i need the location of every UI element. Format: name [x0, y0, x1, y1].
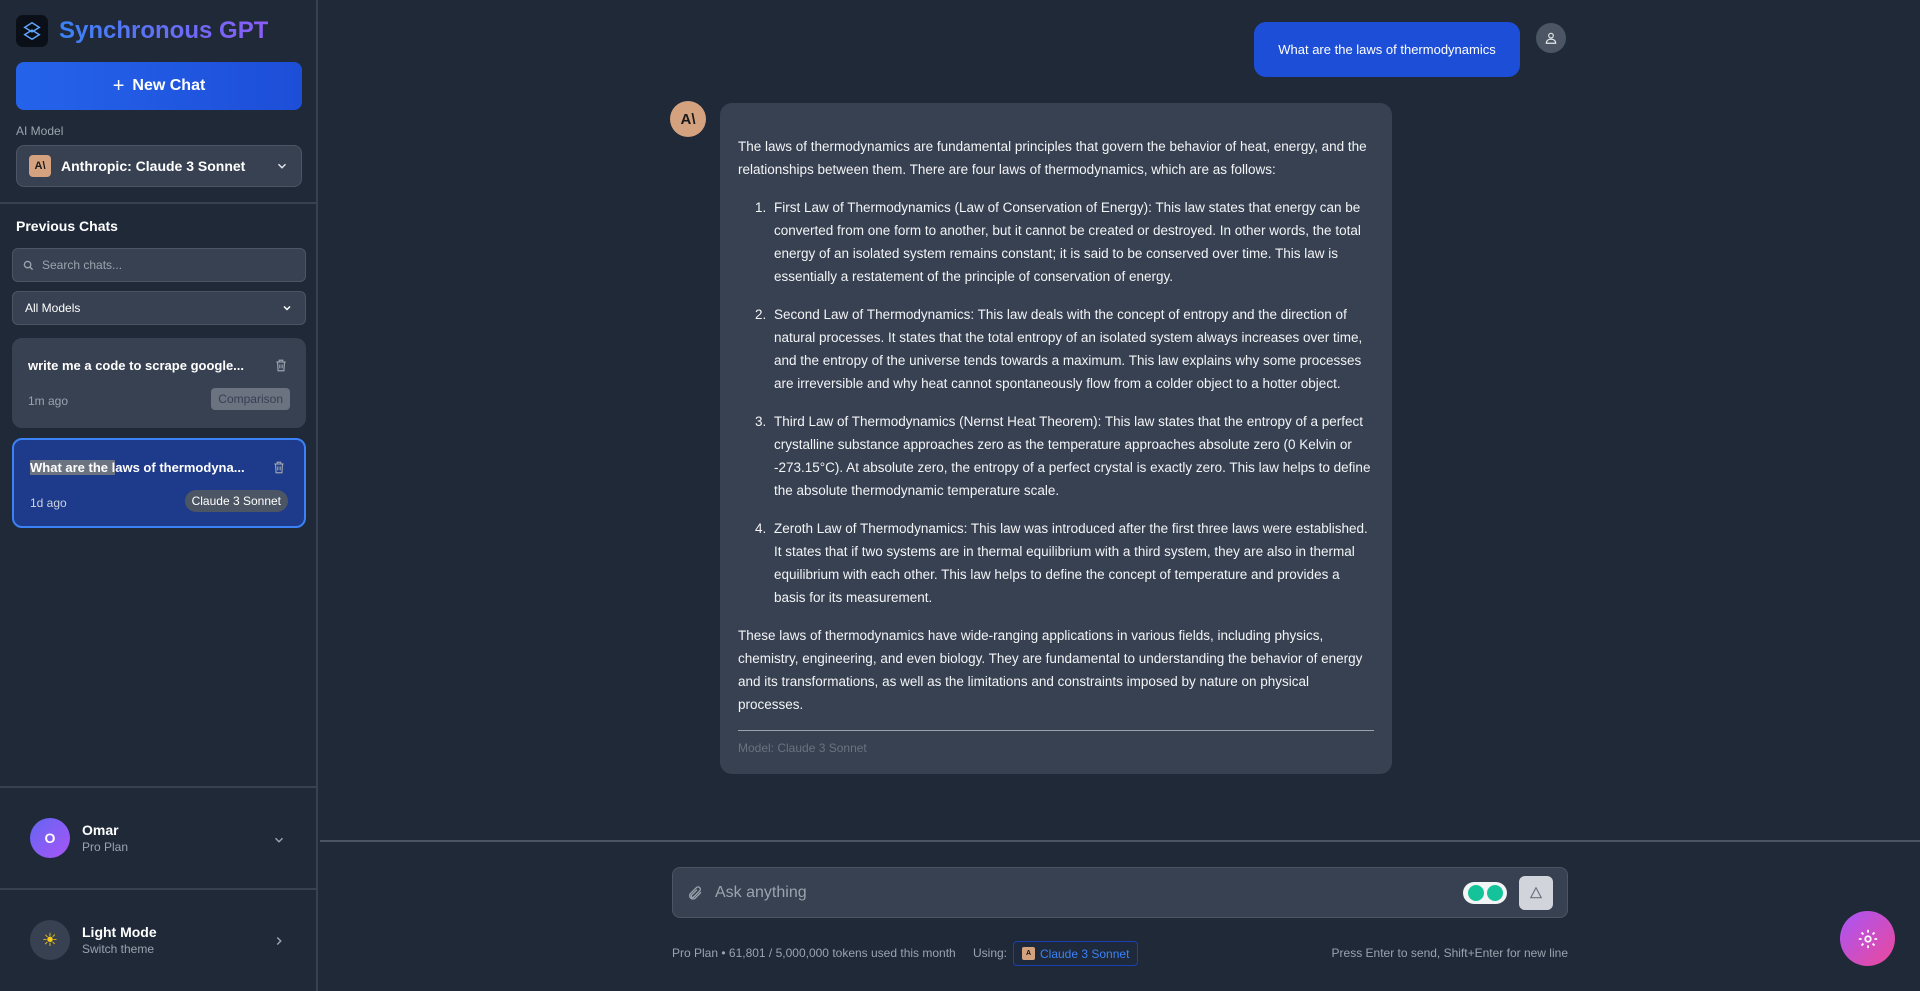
new-chat-label: New Chat [132, 77, 206, 94]
chat-item-title: What are the laws of thermodyna... [30, 460, 254, 475]
token-usage: Pro Plan • 61,801 / 5,000,000 tokens use… [672, 946, 956, 960]
theme-subtitle: Switch theme [82, 942, 155, 956]
sidebar: Synchronous GPT + New Chat AI Model A\ A… [0, 0, 318, 991]
laws-list: First Law of Thermodynamics (Law of Cons… [738, 196, 1374, 609]
message-input[interactable] [715, 883, 1451, 902]
brand-logo-icon [16, 15, 48, 47]
chevron-right-icon[interactable] [272, 934, 286, 948]
chat-item[interactable]: write me a code to scrape google... 1m a… [12, 338, 306, 428]
list-item: Third Law of Thermodynamics (Nernst Heat… [770, 410, 1374, 502]
user-menu[interactable]: O Omar Pro Plan [30, 818, 128, 858]
brand-title: Synchronous GPT [59, 17, 269, 44]
grammarly-icon[interactable] [1463, 881, 1507, 904]
brand[interactable]: Synchronous GPT [16, 15, 268, 47]
composer [672, 867, 1568, 918]
user-name: Omar [82, 822, 119, 838]
paperclip-icon[interactable] [687, 885, 703, 901]
message-conclusion: These laws of thermodynamics have wide-r… [738, 628, 1363, 712]
assistant-message: The laws of thermodynamics are fundament… [720, 103, 1392, 774]
chat-item-model-tag: Claude 3 Sonnet [184, 490, 288, 512]
user-message: What are the laws of thermodynamics [1254, 22, 1520, 77]
settings-button[interactable] [1840, 911, 1895, 966]
using-model-name: Claude 3 Sonnet [1040, 946, 1130, 961]
list-item: Zeroth Law of Thermodynamics: This law w… [770, 517, 1374, 609]
message-model-meta: Model: Claude 3 Sonnet [738, 730, 1374, 755]
search-chats-field[interactable] [12, 248, 306, 282]
chevron-down-icon [277, 163, 287, 169]
chevron-down-icon[interactable] [272, 833, 286, 847]
list-item: Second Law of Thermodynamics: This law d… [770, 303, 1374, 395]
model-select[interactable]: A\ Anthropic: Claude 3 Sonnet [16, 145, 302, 187]
anthropic-icon: A\ [670, 101, 706, 137]
chat-item-time: 1d ago [30, 496, 67, 510]
sidebar-divider [0, 202, 318, 204]
chat-item-model-tag: Comparison [211, 388, 290, 410]
theme-title: Light Mode [82, 924, 157, 940]
send-icon [1529, 886, 1543, 898]
chat-item-time: 1m ago [28, 394, 69, 408]
sidebar-divider [0, 888, 318, 890]
search-icon [23, 260, 34, 270]
using-label: Using: [973, 946, 1008, 960]
ai-model-label: AI Model [16, 124, 64, 138]
chat-item-title: write me a code to scrape google... [28, 358, 245, 373]
send-hint: Press Enter to send, Shift+Enter for new… [1331, 946, 1568, 960]
list-item: First Law of Thermodynamics (Law of Cons… [770, 196, 1374, 288]
sidebar-divider [0, 786, 318, 788]
anthropic-icon: A\ [29, 155, 51, 177]
chevron-down-icon [283, 305, 291, 311]
gear-icon [1858, 929, 1877, 948]
sun-icon: ☀ [30, 920, 70, 960]
user-plan: Pro Plan [82, 840, 129, 854]
trash-icon[interactable] [272, 460, 286, 475]
model-select-value: Anthropic: Claude 3 Sonnet [61, 158, 246, 174]
composer-divider [320, 840, 1920, 842]
model-filter-value: All Models [25, 301, 81, 315]
search-chats-input[interactable] [42, 258, 295, 272]
message-intro: The laws of thermodynamics are fundament… [738, 139, 1367, 177]
avatar: O [30, 818, 70, 858]
using-model-chip[interactable]: A Claude 3 Sonnet [1013, 941, 1139, 966]
previous-chats-heading: Previous Chats [16, 218, 118, 234]
user-icon [1536, 23, 1566, 53]
title-rest: aws of thermodyna... [115, 460, 245, 475]
selected-text: What are the l [30, 460, 116, 475]
chat-item-active[interactable]: What are the laws of thermodyna... 1d ag… [12, 438, 306, 528]
plus-icon: + [112, 75, 125, 97]
anthropic-icon: A [1022, 947, 1035, 960]
send-button[interactable] [1519, 875, 1553, 910]
model-filter-select[interactable]: All Models [12, 291, 306, 325]
theme-toggle[interactable]: ☀ Light Mode Switch theme [30, 920, 157, 960]
trash-icon[interactable] [274, 358, 288, 373]
new-chat-button[interactable]: + New Chat [16, 62, 302, 110]
